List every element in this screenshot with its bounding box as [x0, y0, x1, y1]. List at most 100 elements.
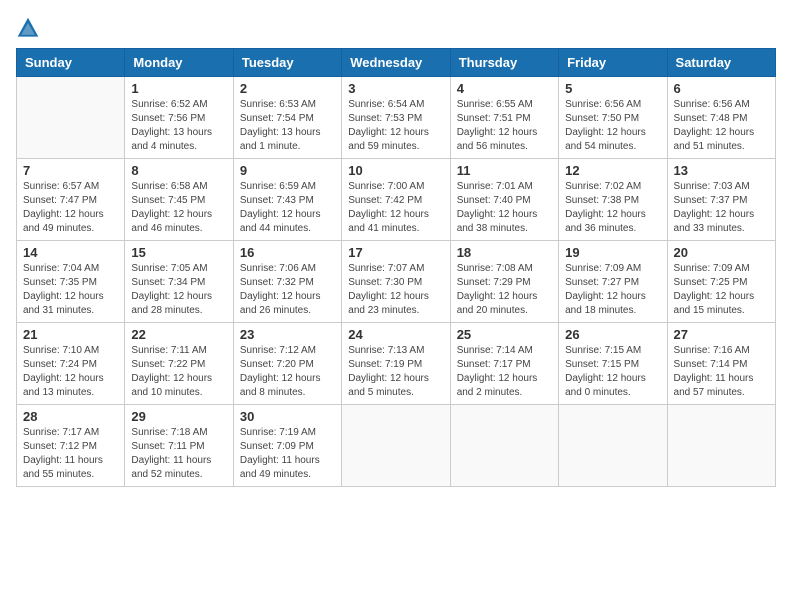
day-number: 22 — [131, 327, 226, 342]
day-number: 15 — [131, 245, 226, 260]
calendar-cell: 9 Sunrise: 6:59 AM Sunset: 7:43 PM Daylig… — [233, 159, 341, 241]
column-header-monday: Monday — [125, 49, 233, 77]
day-number: 25 — [457, 327, 552, 342]
day-number: 5 — [565, 81, 660, 96]
day-number: 2 — [240, 81, 335, 96]
calendar-cell: 26 Sunrise: 7:15 AM Sunset: 7:15 PM Dayli… — [559, 323, 667, 405]
calendar-header-row: SundayMondayTuesdayWednesdayThursdayFrid… — [17, 49, 776, 77]
column-header-friday: Friday — [559, 49, 667, 77]
calendar-cell: 19 Sunrise: 7:09 AM Sunset: 7:27 PM Dayli… — [559, 241, 667, 323]
day-number: 16 — [240, 245, 335, 260]
day-info: Sunrise: 6:56 AM Sunset: 7:48 PM Dayligh… — [674, 98, 769, 154]
calendar-cell: 3 Sunrise: 6:54 AM Sunset: 7:53 PM Daylig… — [342, 77, 450, 159]
day-number: 8 — [131, 163, 226, 178]
day-number: 27 — [674, 327, 769, 342]
calendar-cell: 15 Sunrise: 7:05 AM Sunset: 7:34 PM Dayli… — [125, 241, 233, 323]
day-number: 21 — [23, 327, 118, 342]
day-info: Sunrise: 6:57 AM Sunset: 7:47 PM Dayligh… — [23, 180, 118, 236]
day-info: Sunrise: 7:00 AM Sunset: 7:42 PM Dayligh… — [348, 180, 443, 236]
day-info: Sunrise: 7:05 AM Sunset: 7:34 PM Dayligh… — [131, 262, 226, 318]
calendar-cell — [559, 405, 667, 487]
day-number: 1 — [131, 81, 226, 96]
day-info: Sunrise: 7:09 AM Sunset: 7:25 PM Dayligh… — [674, 262, 769, 318]
calendar-cell — [450, 405, 558, 487]
calendar-cell: 11Sunrise: 7:01 AM Sunset: 7:40 PM Dayli… — [450, 159, 558, 241]
calendar-cell: 6 Sunrise: 6:56 AM Sunset: 7:48 PM Daylig… — [667, 77, 775, 159]
day-info: Sunrise: 6:55 AM Sunset: 7:51 PM Dayligh… — [457, 98, 552, 154]
page-header — [16, 16, 776, 40]
day-info: Sunrise: 6:58 AM Sunset: 7:45 PM Dayligh… — [131, 180, 226, 236]
day-info: Sunrise: 7:19 AM Sunset: 7:09 PM Dayligh… — [240, 426, 335, 482]
day-info: Sunrise: 7:01 AM Sunset: 7:40 PM Dayligh… — [457, 180, 552, 236]
column-header-sunday: Sunday — [17, 49, 125, 77]
day-number: 14 — [23, 245, 118, 260]
day-info: Sunrise: 6:52 AM Sunset: 7:56 PM Dayligh… — [131, 98, 226, 154]
day-info: Sunrise: 7:14 AM Sunset: 7:17 PM Dayligh… — [457, 344, 552, 400]
calendar-cell: 29 Sunrise: 7:18 AM Sunset: 7:11 PM Dayli… — [125, 405, 233, 487]
calendar-cell: 4 Sunrise: 6:55 AM Sunset: 7:51 PM Daylig… — [450, 77, 558, 159]
calendar-cell: 18 Sunrise: 7:08 AM Sunset: 7:29 PM Dayli… — [450, 241, 558, 323]
day-number: 23 — [240, 327, 335, 342]
calendar-cell: 10 Sunrise: 7:00 AM Sunset: 7:42 PM Dayli… — [342, 159, 450, 241]
day-info: Sunrise: 7:18 AM Sunset: 7:11 PM Dayligh… — [131, 426, 226, 482]
calendar-cell — [17, 77, 125, 159]
day-info: Sunrise: 7:07 AM Sunset: 7:30 PM Dayligh… — [348, 262, 443, 318]
day-number: 18 — [457, 245, 552, 260]
day-info: Sunrise: 7:16 AM Sunset: 7:14 PM Dayligh… — [674, 344, 769, 400]
day-info: Sunrise: 6:54 AM Sunset: 7:53 PM Dayligh… — [348, 98, 443, 154]
day-number: 20 — [674, 245, 769, 260]
day-info: Sunrise: 7:09 AM Sunset: 7:27 PM Dayligh… — [565, 262, 660, 318]
day-number: 4 — [457, 81, 552, 96]
day-info: Sunrise: 7:15 AM Sunset: 7:15 PM Dayligh… — [565, 344, 660, 400]
calendar-cell: 14 Sunrise: 7:04 AM Sunset: 7:35 PM Dayli… — [17, 241, 125, 323]
calendar-cell: 25 Sunrise: 7:14 AM Sunset: 7:17 PM Dayli… — [450, 323, 558, 405]
day-info: Sunrise: 7:08 AM Sunset: 7:29 PM Dayligh… — [457, 262, 552, 318]
calendar-cell: 28 Sunrise: 7:17 AM Sunset: 7:12 PM Dayli… — [17, 405, 125, 487]
logo — [16, 16, 44, 40]
calendar-cell: 5 Sunrise: 6:56 AM Sunset: 7:50 PM Daylig… — [559, 77, 667, 159]
day-number: 9 — [240, 163, 335, 178]
day-number: 17 — [348, 245, 443, 260]
day-info: Sunrise: 6:53 AM Sunset: 7:54 PM Dayligh… — [240, 98, 335, 154]
day-info: Sunrise: 7:17 AM Sunset: 7:12 PM Dayligh… — [23, 426, 118, 482]
calendar-cell — [667, 405, 775, 487]
day-info: Sunrise: 7:06 AM Sunset: 7:32 PM Dayligh… — [240, 262, 335, 318]
calendar-cell: 17 Sunrise: 7:07 AM Sunset: 7:30 PM Dayli… — [342, 241, 450, 323]
calendar-cell: 27 Sunrise: 7:16 AM Sunset: 7:14 PM Dayli… — [667, 323, 775, 405]
day-info: Sunrise: 7:04 AM Sunset: 7:35 PM Dayligh… — [23, 262, 118, 318]
calendar-cell — [342, 405, 450, 487]
calendar-cell: 21 Sunrise: 7:10 AM Sunset: 7:24 PM Dayli… — [17, 323, 125, 405]
day-number: 12 — [565, 163, 660, 178]
calendar-week-row: 1 Sunrise: 6:52 AM Sunset: 7:56 PM Daylig… — [17, 77, 776, 159]
day-number: 29 — [131, 409, 226, 424]
calendar-cell: 20 Sunrise: 7:09 AM Sunset: 7:25 PM Dayli… — [667, 241, 775, 323]
day-number: 28 — [23, 409, 118, 424]
day-number: 24 — [348, 327, 443, 342]
calendar-week-row: 14 Sunrise: 7:04 AM Sunset: 7:35 PM Dayli… — [17, 241, 776, 323]
calendar-cell: 1 Sunrise: 6:52 AM Sunset: 7:56 PM Daylig… — [125, 77, 233, 159]
day-info: Sunrise: 6:56 AM Sunset: 7:50 PM Dayligh… — [565, 98, 660, 154]
day-info: Sunrise: 7:12 AM Sunset: 7:20 PM Dayligh… — [240, 344, 335, 400]
day-number: 19 — [565, 245, 660, 260]
calendar-cell: 13 Sunrise: 7:03 AM Sunset: 7:37 PM Dayli… — [667, 159, 775, 241]
calendar-cell: 22 Sunrise: 7:11 AM Sunset: 7:22 PM Dayli… — [125, 323, 233, 405]
day-info: Sunrise: 7:10 AM Sunset: 7:24 PM Dayligh… — [23, 344, 118, 400]
day-number: 6 — [674, 81, 769, 96]
calendar-cell: 12 Sunrise: 7:02 AM Sunset: 7:38 PM Dayli… — [559, 159, 667, 241]
day-number: 7 — [23, 163, 118, 178]
day-info: Sunrise: 7:11 AM Sunset: 7:22 PM Dayligh… — [131, 344, 226, 400]
calendar-cell: 23 Sunrise: 7:12 AM Sunset: 7:20 PM Dayli… — [233, 323, 341, 405]
day-info: Sunrise: 7:02 AM Sunset: 7:38 PM Dayligh… — [565, 180, 660, 236]
calendar-cell: 2 Sunrise: 6:53 AM Sunset: 7:54 PM Daylig… — [233, 77, 341, 159]
day-number: 26 — [565, 327, 660, 342]
calendar-cell: 8 Sunrise: 6:58 AM Sunset: 7:45 PM Daylig… — [125, 159, 233, 241]
calendar-table: SundayMondayTuesdayWednesdayThursdayFrid… — [16, 48, 776, 487]
day-number: 13 — [674, 163, 769, 178]
day-info: Sunrise: 6:59 AM Sunset: 7:43 PM Dayligh… — [240, 180, 335, 236]
calendar-week-row: 21 Sunrise: 7:10 AM Sunset: 7:24 PM Dayli… — [17, 323, 776, 405]
column-header-tuesday: Tuesday — [233, 49, 341, 77]
day-number: 3 — [348, 81, 443, 96]
day-number: 10 — [348, 163, 443, 178]
day-info: Sunrise: 7:03 AM Sunset: 7:37 PM Dayligh… — [674, 180, 769, 236]
calendar-cell: 16 Sunrise: 7:06 AM Sunset: 7:32 PM Dayli… — [233, 241, 341, 323]
